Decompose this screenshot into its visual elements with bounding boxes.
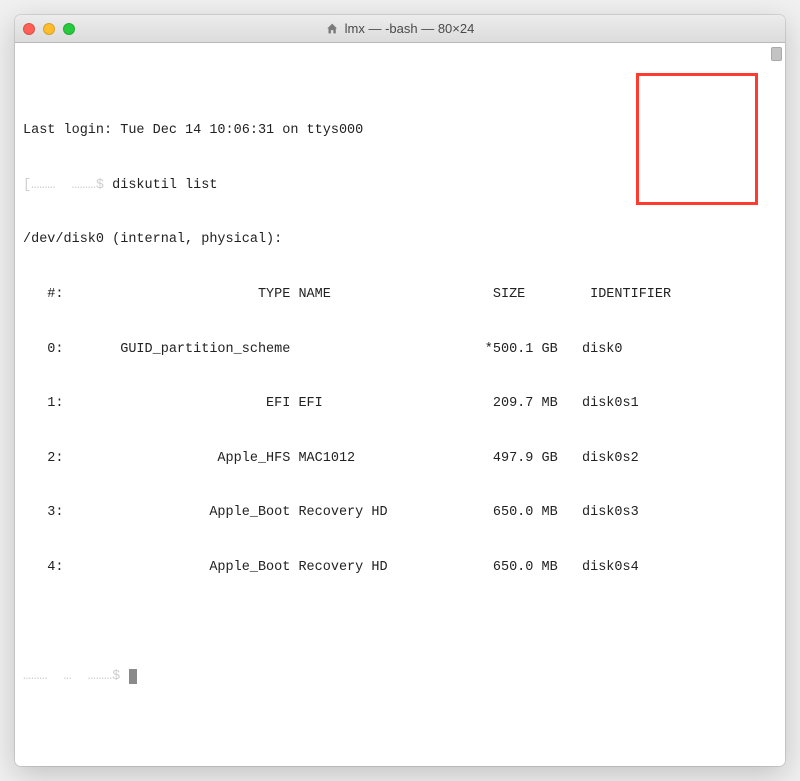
last-login-line: Last login: Tue Dec 14 10:06:31 on ttys0… bbox=[23, 122, 777, 140]
command-line: [……… ………$ diskutil list bbox=[23, 177, 777, 195]
table-row: 3: Apple_Boot Recovery HD 650.0 MB disk0… bbox=[23, 504, 777, 522]
table-header: #: TYPE NAME SIZE IDENTIFIER bbox=[23, 286, 777, 304]
device-line: /dev/disk0 (internal, physical): bbox=[23, 231, 777, 249]
table-row: 1: EFI EFI 209.7 MB disk0s1 bbox=[23, 395, 777, 413]
table-row: 2: Apple_HFS MAC1012 497.9 GB disk0s2 bbox=[23, 450, 777, 468]
cursor bbox=[129, 669, 137, 684]
minimize-icon[interactable] bbox=[43, 23, 55, 35]
prompt-obscured: ……… … ………$ bbox=[23, 669, 128, 684]
titlebar[interactable]: lmx — -bash — 80×24 bbox=[15, 15, 785, 43]
traffic-lights bbox=[23, 23, 75, 35]
prompt-obscured: [……… ………$ bbox=[23, 178, 112, 193]
table-row: 0: GUID_partition_scheme *500.1 GB disk0 bbox=[23, 341, 777, 359]
window-title: lmx — -bash — 80×24 bbox=[326, 21, 475, 36]
scrollbar-track[interactable] bbox=[769, 47, 783, 762]
maximize-icon[interactable] bbox=[63, 23, 75, 35]
table-row: 4: Apple_Boot Recovery HD 650.0 MB disk0… bbox=[23, 559, 777, 577]
terminal-window: lmx — -bash — 80×24 Last login: Tue Dec … bbox=[15, 15, 785, 766]
window-title-text: lmx — -bash — 80×24 bbox=[345, 21, 475, 36]
prompt-line[interactable]: ……… … ………$ bbox=[23, 668, 777, 686]
blank-line bbox=[23, 614, 777, 632]
close-icon[interactable] bbox=[23, 23, 35, 35]
command-text: diskutil list bbox=[112, 178, 217, 193]
terminal-body[interactable]: Last login: Tue Dec 14 10:06:31 on ttys0… bbox=[15, 43, 785, 766]
scrollbar-thumb[interactable] bbox=[771, 47, 782, 61]
home-icon bbox=[326, 22, 339, 35]
